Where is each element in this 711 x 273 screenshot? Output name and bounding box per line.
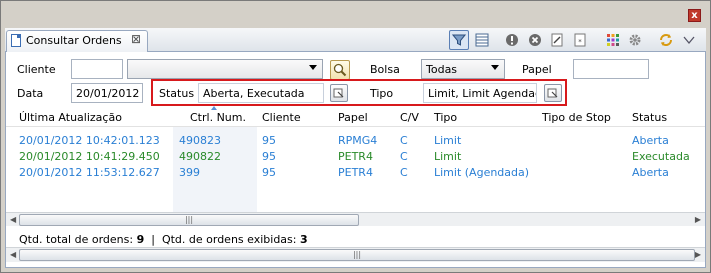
- edit-icon[interactable]: [547, 30, 567, 50]
- cell-ultima-atualizacao: 20/01/2012 10:41:29.450: [19, 150, 160, 163]
- scroll-right-icon[interactable]: ▶: [695, 250, 701, 259]
- cell-status: Aberta: [632, 134, 669, 147]
- column-header-ctrl-num[interactable]: Ctrl. Num.: [190, 111, 246, 124]
- window-close-button[interactable]: x: [688, 9, 701, 22]
- column-header-tipo[interactable]: Tipo: [434, 111, 457, 124]
- cell-tipo: Limit (Agendada): [434, 166, 530, 179]
- panel-scroll-thumb[interactable]: |||: [19, 249, 695, 261]
- cancel-icon[interactable]: [525, 30, 545, 50]
- bolsa-label: Bolsa: [370, 63, 400, 76]
- cell-cv: C: [400, 166, 408, 179]
- document-icon[interactable]: *: [570, 30, 590, 50]
- refresh-icon[interactable]: [656, 30, 676, 50]
- search-button[interactable]: [330, 60, 350, 80]
- gear-icon[interactable]: [625, 30, 645, 50]
- cliente-label: Cliente: [17, 63, 56, 76]
- scroll-left-icon[interactable]: ◀: [10, 250, 16, 259]
- status-separator: |: [151, 233, 155, 246]
- cell-papel: PETR4: [338, 150, 373, 163]
- column-header-papel[interactable]: Papel: [338, 111, 368, 124]
- column-header-ultima-atualizacao[interactable]: Última Atualização: [19, 111, 122, 124]
- chevron-down-icon: [309, 65, 317, 70]
- layout-icon[interactable]: [472, 30, 492, 50]
- cliente-input[interactable]: [71, 59, 123, 79]
- cell-cv: C: [400, 134, 408, 147]
- grid-icon[interactable]: [603, 30, 623, 50]
- bolsa-select[interactable]: Todas: [421, 59, 505, 79]
- scroll-left-icon[interactable]: ◀: [10, 215, 16, 224]
- column-header-cliente[interactable]: Cliente: [262, 111, 301, 124]
- cell-cliente: 95: [262, 134, 276, 147]
- cell-papel: RPMG4: [338, 134, 378, 147]
- cell-cliente: 95: [262, 166, 276, 179]
- status-bar: Qtd. total de ordens: 9 | Qtd. de ordens…: [19, 233, 308, 246]
- tab-close-icon[interactable]: ⊠: [131, 32, 141, 46]
- data-label: Data: [17, 87, 44, 100]
- filter-icon[interactable]: [449, 30, 469, 50]
- cell-ultima-atualizacao: 20/01/2012 10:42:01.123: [19, 134, 160, 147]
- cell-tipo: Limit: [434, 150, 462, 163]
- info-icon[interactable]: [502, 30, 522, 50]
- column-header-tipo-de-stop[interactable]: Tipo de Stop: [542, 111, 611, 124]
- papel-input[interactable]: [573, 59, 649, 79]
- cell-ctrl-num: 490823: [179, 134, 221, 147]
- cliente-combo[interactable]: [127, 59, 323, 79]
- total-orders-value: 9: [136, 233, 145, 246]
- cell-ultima-atualizacao: 20/01/2012 11:53:12.627: [19, 166, 160, 179]
- panel-horizontal-scrollbar[interactable]: ◀ ||| ▶: [6, 247, 705, 262]
- cell-cv: C: [400, 150, 408, 163]
- cell-status: Executada: [632, 150, 690, 163]
- scroll-right-icon[interactable]: ▶: [695, 215, 701, 224]
- svg-text:*: *: [578, 38, 582, 46]
- cell-ctrl-num: 399: [179, 166, 200, 179]
- papel-label: Papel: [522, 63, 552, 76]
- tab-label: Consultar Ordens: [26, 34, 122, 47]
- document-icon: [11, 34, 21, 47]
- cell-papel: PETR4: [338, 166, 373, 179]
- data-input[interactable]: 20/01/2012: [71, 83, 143, 103]
- shown-orders-label: Qtd. de ordens exibidas:: [161, 233, 297, 246]
- total-orders-label: Qtd. total de ordens:: [19, 233, 134, 246]
- cell-cliente: 95: [262, 150, 276, 163]
- bolsa-select-value: Todas: [426, 63, 458, 76]
- highlight-box: [151, 79, 567, 106]
- column-header-cv[interactable]: C/V: [400, 111, 419, 124]
- search-icon: [333, 63, 347, 77]
- table-horizontal-scrollbar[interactable]: ◀ ||| ▶: [6, 212, 705, 226]
- sort-ascending-icon: [211, 106, 217, 110]
- shown-orders-value: 3: [299, 233, 308, 246]
- table-scroll-thumb[interactable]: |||: [19, 214, 359, 226]
- view-menu-icon[interactable]: [679, 30, 699, 50]
- cell-ctrl-num: 490822: [179, 150, 221, 163]
- column-header-status[interactable]: Status: [632, 111, 667, 124]
- cell-status: Aberta: [632, 166, 669, 179]
- cell-tipo: Limit: [434, 134, 462, 147]
- chevron-down-icon: [491, 65, 499, 70]
